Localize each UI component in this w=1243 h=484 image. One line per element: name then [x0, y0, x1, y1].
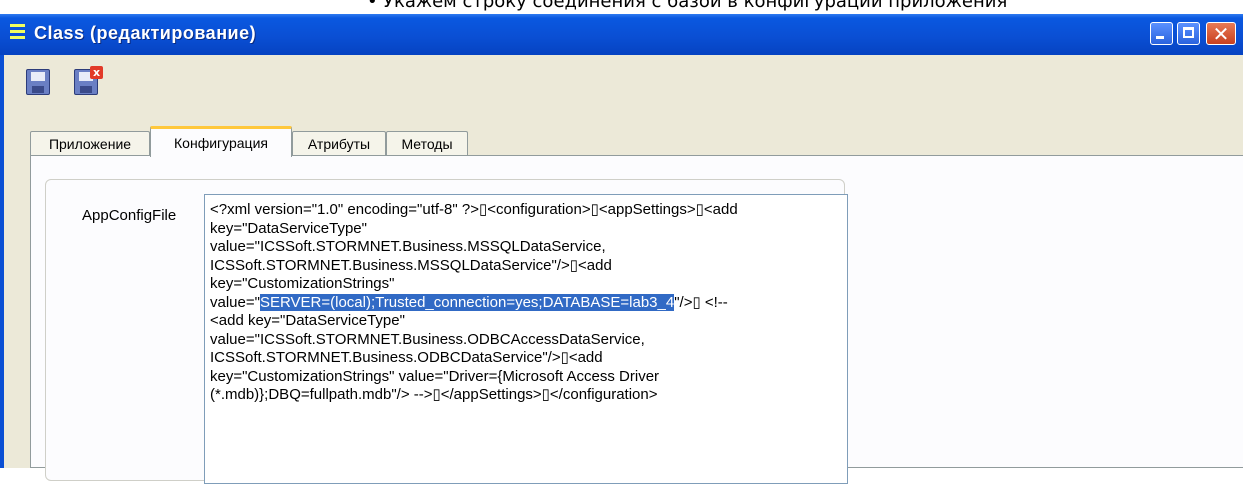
doc-text: Укажем строку соединения с базой в конфи…	[383, 0, 1008, 12]
tab-configuration[interactable]: Конфигурация	[150, 126, 292, 157]
config-group-box: AppConfigFile <?xml version="1.0" encodi…	[45, 179, 848, 484]
floppy-save-icon	[26, 69, 50, 95]
maximize-icon	[1183, 27, 1194, 38]
appconfigfile-label: AppConfigFile	[82, 207, 177, 224]
floppy-save-close-icon: x	[74, 66, 103, 95]
close-button[interactable]: ✕	[1206, 22, 1236, 45]
maximize-button[interactable]	[1177, 22, 1200, 45]
configuration-panel: AppConfigFile <?xml version="1.0" encodi…	[30, 155, 1243, 484]
appconfigfile-textarea[interactable]: <?xml version="1.0" encoding="utf-8" ?>▯…	[204, 194, 848, 484]
tab-application[interactable]: Приложение	[30, 131, 150, 156]
window-titlebar[interactable]: Class (редактирование) ✕	[0, 14, 1243, 55]
doc-bullet: •	[367, 0, 378, 12]
tab-methods[interactable]: Методы	[386, 131, 468, 156]
close-icon: ✕	[1212, 22, 1230, 46]
tab-attributes[interactable]: Атрибуты	[292, 131, 386, 156]
save-and-close-button[interactable]: x	[72, 66, 103, 99]
minimize-icon	[1156, 36, 1164, 39]
window-body: x Приложение Конфигурация Атрибуты Метод…	[0, 55, 1243, 484]
minimize-button[interactable]	[1150, 22, 1173, 45]
save-button[interactable]	[24, 67, 54, 99]
selected-connection-string: SERVER=(local);Trusted_connection=yes;DA…	[259, 293, 675, 311]
window-title: Class (редактирование)	[34, 23, 257, 43]
document-text-line: • Укажем строку соединения с базой в кон…	[367, 0, 1008, 13]
window-menu-icon[interactable]	[10, 24, 25, 41]
